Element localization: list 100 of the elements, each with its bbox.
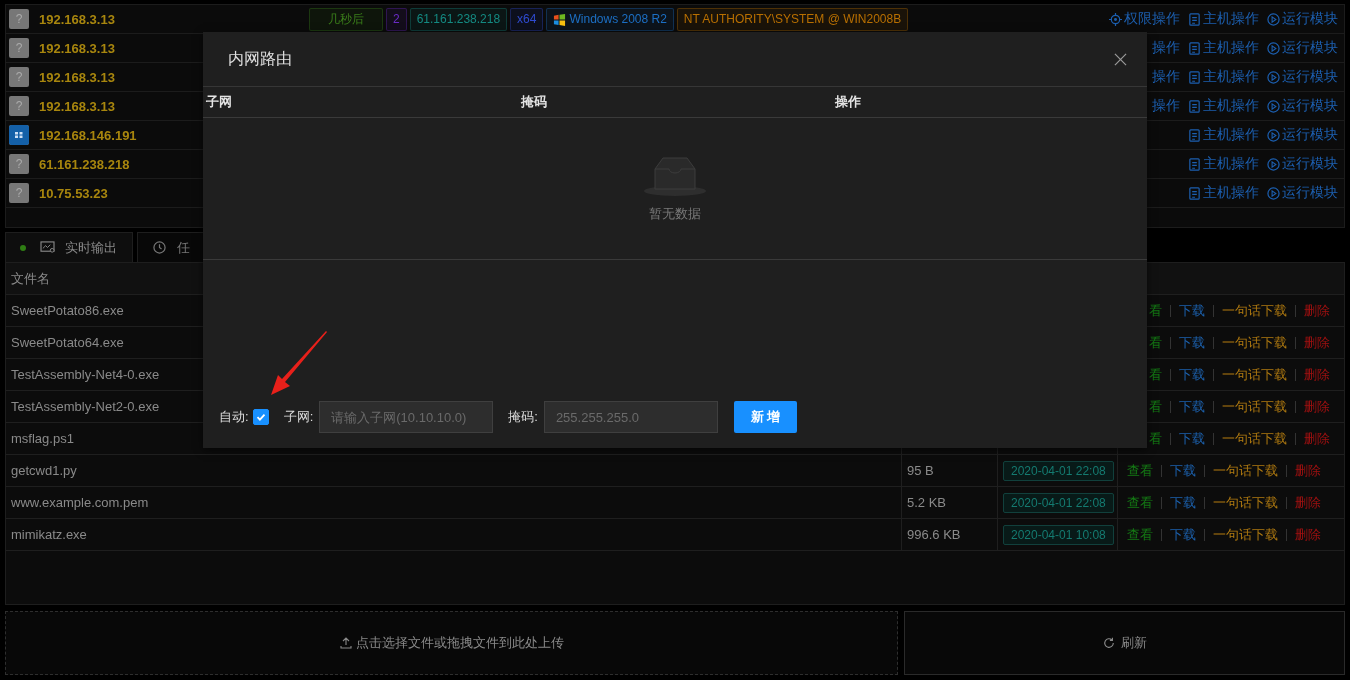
- file-action-link[interactable]: 删除: [1304, 365, 1330, 384]
- file-size: 996.6 KB: [907, 527, 961, 542]
- file-time: 2020-04-01 10:08: [1003, 524, 1114, 545]
- file-action-link[interactable]: 一句话下载: [1222, 333, 1287, 352]
- file-action-link[interactable]: 查看: [1127, 461, 1153, 480]
- file-action-link[interactable]: 一句话下载: [1222, 397, 1287, 416]
- document-icon: [1188, 41, 1201, 55]
- document-icon: [1188, 128, 1201, 142]
- output-tab[interactable]: 任: [137, 232, 205, 262]
- file-action-link[interactable]: 看: [1149, 429, 1162, 448]
- host-action-link[interactable]: 运行模块: [1267, 68, 1338, 86]
- file-action-link[interactable]: 一句话下载: [1222, 301, 1287, 320]
- host-action-link[interactable]: 运行模块: [1267, 126, 1338, 144]
- host-action-link[interactable]: 运行模块: [1267, 184, 1338, 202]
- file-action-link[interactable]: 下载: [1179, 429, 1205, 448]
- host-action-link[interactable]: 主机操作: [1188, 10, 1259, 28]
- file-action-link[interactable]: 看: [1149, 365, 1162, 384]
- column-header: 操作: [834, 93, 863, 111]
- host-tag: x64: [510, 7, 544, 31]
- file-action-link[interactable]: 查看: [1127, 493, 1153, 512]
- host-tag: NT AUTHORITY\SYSTEM @ WIN2008B: [676, 7, 909, 31]
- column-header: 掩码: [519, 93, 548, 111]
- host-tag: 几秒后: [309, 7, 383, 31]
- upload-area[interactable]: 点击选择文件或拖拽文件到此处上传: [5, 611, 898, 675]
- file-time: 2020-04-01 22:08: [1003, 492, 1114, 513]
- host-action-link[interactable]: 权限操作: [1109, 10, 1180, 28]
- host-action-link[interactable]: 操作: [1152, 97, 1180, 115]
- file-action-link[interactable]: 下载: [1179, 301, 1205, 320]
- host-action-link[interactable]: 主机操作: [1188, 68, 1259, 86]
- refresh-button[interactable]: 刷新: [904, 611, 1345, 675]
- file-action-link[interactable]: 一句话下载: [1213, 525, 1278, 544]
- play-icon: [1267, 12, 1280, 26]
- output-tab[interactable]: 实时输出: [5, 232, 133, 262]
- play-icon: [1267, 186, 1280, 200]
- mask-field[interactable]: 255.255.255.0: [543, 401, 718, 433]
- file-action-link[interactable]: 一句话下载: [1213, 461, 1278, 480]
- host-tag: 61.161.238.218: [409, 7, 508, 31]
- clock-icon: [152, 241, 167, 254]
- file-action-link[interactable]: 一句话下载: [1213, 493, 1278, 512]
- add-button[interactable]: 新 增: [733, 401, 797, 433]
- file-name: mimikatz.exe: [6, 519, 902, 550]
- host-action-link[interactable]: 运行模块: [1267, 155, 1338, 173]
- file-action-link[interactable]: 删除: [1304, 397, 1330, 416]
- column-header: 文件名: [11, 269, 50, 288]
- file-action-link[interactable]: 删除: [1295, 461, 1321, 480]
- file-action-link[interactable]: 下载: [1179, 333, 1205, 352]
- file-action-link[interactable]: 下载: [1170, 493, 1196, 512]
- chart-monitor-icon: [40, 241, 55, 254]
- host-action-link[interactable]: 操作: [1152, 39, 1180, 57]
- file-action-link[interactable]: 删除: [1304, 429, 1330, 448]
- refresh-icon: [1102, 637, 1115, 649]
- unknown-os-icon: ?: [9, 9, 29, 29]
- auto-checkbox[interactable]: [252, 409, 269, 425]
- file-action-link[interactable]: 删除: [1304, 301, 1330, 320]
- host-action-link[interactable]: 主机操作: [1188, 184, 1259, 202]
- document-icon: [1188, 99, 1201, 113]
- file-size: 95 B: [907, 463, 934, 478]
- file-action-link[interactable]: 下载: [1170, 461, 1196, 480]
- unknown-os-icon: ?: [9, 183, 29, 203]
- file-action-link[interactable]: 看: [1149, 333, 1162, 352]
- play-icon: [1267, 99, 1280, 113]
- empty-inbox-icon: [643, 154, 707, 197]
- host-action-link[interactable]: 运行模块: [1267, 97, 1338, 115]
- host-ip[interactable]: 192.168.3.13: [39, 11, 309, 27]
- close-icon[interactable]: [1114, 52, 1127, 66]
- unknown-os-icon: ?: [9, 38, 29, 58]
- file-name: www.example.com.pem: [6, 487, 902, 518]
- document-icon: [1188, 157, 1201, 171]
- host-tag: Windows 2008 R2: [546, 7, 674, 31]
- host-action-link[interactable]: 运行模块: [1267, 39, 1338, 57]
- host-action-link[interactable]: 主机操作: [1188, 39, 1259, 57]
- file-action-link[interactable]: 删除: [1304, 333, 1330, 352]
- file-action-link[interactable]: 一句话下载: [1222, 429, 1287, 448]
- file-action-link[interactable]: 看: [1149, 397, 1162, 416]
- file-action-link[interactable]: 查看: [1127, 525, 1153, 544]
- file-action-link[interactable]: 看: [1149, 301, 1162, 320]
- file-time: 2020-04-01 22:08: [1003, 460, 1114, 481]
- empty-text: 暂无数据: [649, 204, 701, 223]
- host-action-link[interactable]: 主机操作: [1188, 97, 1259, 115]
- windows-icon: [9, 125, 29, 145]
- file-action-link[interactable]: 下载: [1170, 525, 1196, 544]
- dialog-title: 内网路由: [228, 48, 292, 69]
- file-action-link[interactable]: 删除: [1295, 493, 1321, 512]
- play-icon: [1267, 157, 1280, 171]
- file-action-link[interactable]: 下载: [1179, 365, 1205, 384]
- file-action-link[interactable]: 下载: [1179, 397, 1205, 416]
- checkmark-icon: [254, 411, 267, 423]
- target-icon: [1109, 12, 1122, 26]
- file-action-link[interactable]: 一句话下载: [1222, 365, 1287, 384]
- document-icon: [1188, 186, 1201, 200]
- annotation-arrow: [268, 329, 328, 397]
- file-action-link[interactable]: 删除: [1295, 525, 1321, 544]
- host-action-link[interactable]: 操作: [1152, 68, 1180, 86]
- host-tag: 2: [386, 7, 407, 31]
- file-size: 5.2 KB: [907, 495, 947, 510]
- play-icon: [1267, 41, 1280, 55]
- host-action-link[interactable]: 运行模块: [1267, 10, 1338, 28]
- host-action-link[interactable]: 主机操作: [1188, 155, 1259, 173]
- host-action-link[interactable]: 主机操作: [1188, 126, 1259, 144]
- column-header: 子网: [205, 93, 233, 111]
